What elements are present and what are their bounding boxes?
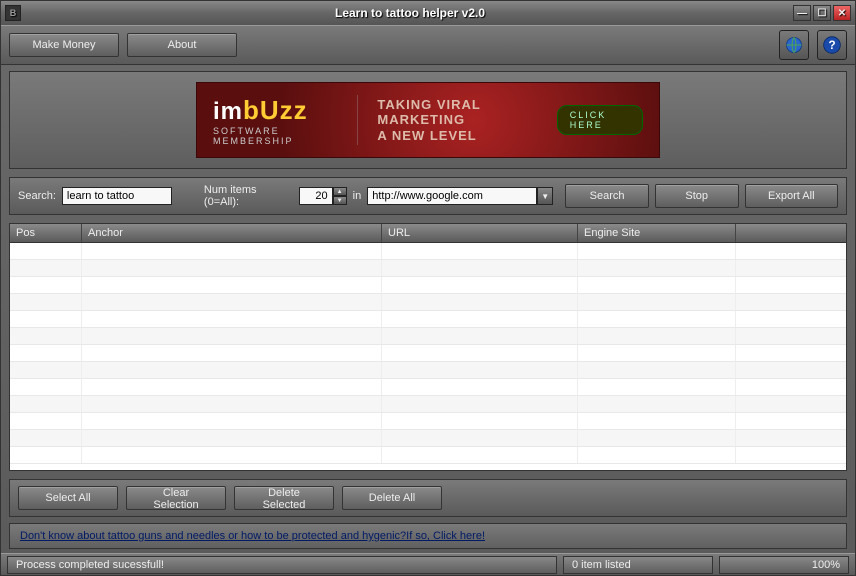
- banner-panel: imbUzz SOFTWARE MEMBERSHIP TAKING VIRAL …: [9, 71, 847, 169]
- svg-text:?: ?: [828, 39, 835, 52]
- table-row[interactable]: [10, 328, 846, 345]
- help-button[interactable]: ?: [817, 30, 847, 60]
- search-label: Search:: [18, 190, 56, 202]
- app-window: B Learn to tattoo helper v2.0 — ☐ ✕ Make…: [0, 0, 856, 576]
- num-items-input[interactable]: [299, 187, 333, 205]
- main-toolbar: Make Money About ?: [1, 25, 855, 65]
- col-anchor[interactable]: Anchor: [82, 224, 382, 242]
- col-extra[interactable]: [736, 224, 846, 242]
- col-pos[interactable]: Pos: [10, 224, 82, 242]
- banner-logo: imbUzz: [213, 95, 337, 126]
- status-progress: 100%: [719, 556, 849, 574]
- table-header: Pos Anchor URL Engine Site: [10, 224, 846, 243]
- clear-selection-button[interactable]: Clear Selection: [126, 486, 226, 510]
- search-button[interactable]: Search: [565, 184, 649, 208]
- action-bar: Select All Clear Selection Delete Select…: [9, 479, 847, 517]
- status-bar: Process completed sucessfull! 0 item lis…: [1, 553, 855, 575]
- table-row[interactable]: [10, 260, 846, 277]
- close-button[interactable]: ✕: [833, 5, 851, 21]
- help-icon: ?: [822, 35, 842, 55]
- in-label: in: [353, 190, 362, 202]
- col-url[interactable]: URL: [382, 224, 578, 242]
- table-row[interactable]: [10, 362, 846, 379]
- app-icon: B: [5, 5, 21, 21]
- promo-link-bar: Don't know about tattoo guns and needles…: [9, 523, 847, 549]
- export-all-button[interactable]: Export All: [745, 184, 838, 208]
- window-controls: — ☐ ✕: [793, 5, 851, 21]
- table-row[interactable]: [10, 430, 846, 447]
- engine-input[interactable]: [367, 187, 537, 205]
- minimize-button[interactable]: —: [793, 5, 811, 21]
- banner-headline: TAKING VIRAL MARKETING A NEW LEVEL: [377, 97, 536, 144]
- chevron-down-icon[interactable]: ▼: [537, 187, 553, 205]
- num-items-spinner[interactable]: ▲ ▼: [299, 187, 347, 205]
- col-engine[interactable]: Engine Site: [578, 224, 736, 242]
- window-title: Learn to tattoo helper v2.0: [27, 6, 793, 20]
- about-button[interactable]: About: [127, 33, 237, 57]
- status-message: Process completed sucessfull!: [7, 556, 557, 574]
- table-row[interactable]: [10, 277, 846, 294]
- maximize-button[interactable]: ☐: [813, 5, 831, 21]
- spin-down-icon[interactable]: ▼: [333, 196, 347, 205]
- delete-all-button[interactable]: Delete All: [342, 486, 442, 510]
- table-row[interactable]: [10, 396, 846, 413]
- table-row[interactable]: [10, 243, 846, 260]
- banner-left: imbUzz SOFTWARE MEMBERSHIP: [213, 95, 337, 146]
- status-count: 0 item listed: [563, 556, 713, 574]
- engine-combo[interactable]: ▼: [367, 187, 553, 205]
- table-row[interactable]: [10, 413, 846, 430]
- num-items-label: Num items (0=All):: [204, 184, 293, 208]
- select-all-button[interactable]: Select All: [18, 486, 118, 510]
- search-bar: Search: Num items (0=All): ▲ ▼ in ▼ Sear…: [9, 177, 847, 215]
- table-row[interactable]: [10, 311, 846, 328]
- banner-separator: [357, 95, 358, 145]
- table-row[interactable]: [10, 345, 846, 362]
- table-row[interactable]: [10, 447, 846, 464]
- globe-icon: [784, 35, 804, 55]
- stop-button[interactable]: Stop: [655, 184, 739, 208]
- banner-subtitle: SOFTWARE MEMBERSHIP: [213, 126, 337, 146]
- spin-up-icon[interactable]: ▲: [333, 187, 347, 196]
- delete-selected-button[interactable]: Delete Selected: [234, 486, 334, 510]
- banner-cta-button[interactable]: CLICK HERE: [557, 105, 643, 135]
- banner-ad[interactable]: imbUzz SOFTWARE MEMBERSHIP TAKING VIRAL …: [196, 82, 660, 158]
- titlebar: B Learn to tattoo helper v2.0 — ☐ ✕: [1, 1, 855, 25]
- results-table: Pos Anchor URL Engine Site: [9, 223, 847, 471]
- table-row[interactable]: [10, 379, 846, 396]
- promo-link[interactable]: Don't know about tattoo guns and needles…: [20, 530, 485, 542]
- globe-button[interactable]: [779, 30, 809, 60]
- search-input[interactable]: [62, 187, 172, 205]
- make-money-button[interactable]: Make Money: [9, 33, 119, 57]
- table-body[interactable]: [10, 243, 846, 470]
- table-row[interactable]: [10, 294, 846, 311]
